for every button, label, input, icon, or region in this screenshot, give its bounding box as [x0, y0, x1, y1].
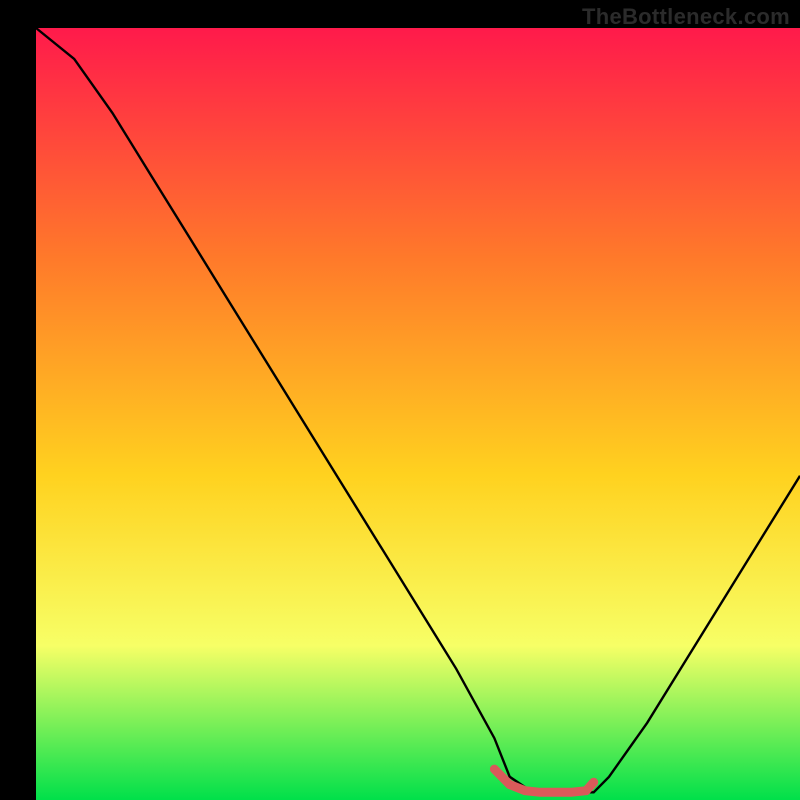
watermark-text: TheBottleneck.com	[582, 4, 790, 30]
chart-stage: TheBottleneck.com	[0, 0, 800, 800]
bottleneck-chart	[0, 0, 800, 800]
plot-background	[36, 28, 800, 800]
